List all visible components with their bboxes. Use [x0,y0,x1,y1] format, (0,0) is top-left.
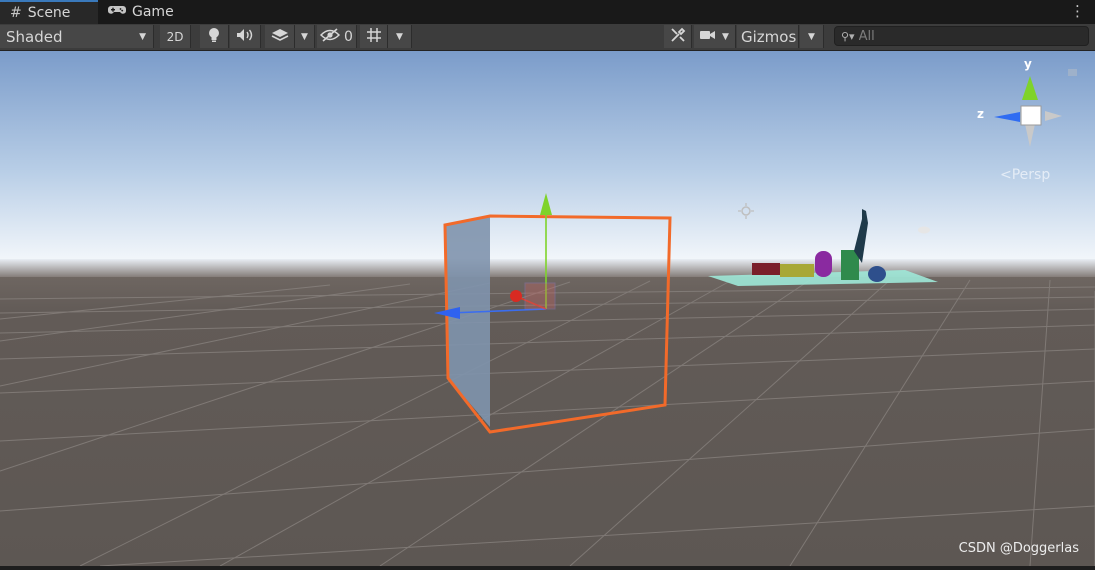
tab-scene[interactable]: # Scene [0,0,98,24]
grid-toggle-button[interactable] [360,25,388,48]
grid-dropdown-button[interactable]: ▼ [388,25,412,48]
search-field[interactable]: ⚲▾ [834,26,1089,46]
scene-visibility-toggle[interactable]: 0 [317,25,357,48]
scene-viewport[interactable]: y z <Persp CSDN @Doggerlas [0,51,1095,567]
projection-label: Persp [1011,167,1051,183]
gizmos-dropdown-button[interactable]: ▼ [800,25,824,48]
search-input[interactable] [858,28,1079,44]
video-camera-icon [700,29,716,45]
gizmo-y-label: y [1024,57,1032,71]
chevron-down-icon: ▼ [722,31,729,42]
gamepad-icon [108,4,126,20]
lightbulb-icon [208,27,220,47]
audio-toggle-button[interactable] [230,25,261,48]
tab-game[interactable]: Game [100,0,198,24]
ground-plane [0,277,1095,566]
toggle-2d-button[interactable]: 2D [160,25,191,48]
grid-icon [366,27,382,47]
tab-scene-label: Scene [27,5,71,21]
effects-dropdown-button[interactable]: ▼ [295,25,315,48]
gizmos-label: Gizmos [741,27,797,46]
horizon-haze [0,259,1095,279]
layers-icon [271,28,289,46]
hidden-count: 0 [344,28,353,45]
gizmos-button[interactable]: Gizmos [737,25,799,48]
tab-bar: # Scene Game ⋮ [0,0,1095,24]
chevron-down-icon: ▼ [301,31,308,42]
projection-toggle[interactable]: <Persp [1000,167,1050,183]
hash-icon: # [10,5,22,21]
tab-game-label: Game [132,4,174,20]
tools-icon [670,27,686,47]
tools-toggle-button[interactable] [664,25,692,48]
camera-settings-button[interactable]: ▼ [694,25,736,48]
scene-toolbar: Shaded ▼ 2D ▼ 0 ▼ ▼ Gizmos ▼ ⚲▾ All [0,24,1095,51]
effects-toggle-button[interactable] [265,25,295,48]
draw-mode-dropdown[interactable]: Shaded ▼ [0,25,154,48]
camera-gizmo-icon [918,226,930,234]
speaker-icon [236,28,254,46]
chevron-down-icon: ▼ [808,31,815,42]
toggle-2d-label: 2D [166,29,184,44]
draw-mode-label: Shaded [6,27,63,46]
gizmo-z-label: z [977,107,984,121]
chevron-left-icon: < [1000,167,1012,183]
more-options-icon[interactable]: ⋮ [1070,2,1085,20]
lighting-toggle-button[interactable] [200,25,229,48]
chevron-down-icon: ▼ [396,31,403,42]
chevron-down-icon: ▼ [139,31,146,42]
search-icon: ⚲▾ [841,29,855,43]
sky [0,51,1095,266]
eye-slash-icon [319,27,341,46]
scene-render [0,51,1095,567]
watermark: CSDN @Doggerlas [958,541,1079,556]
